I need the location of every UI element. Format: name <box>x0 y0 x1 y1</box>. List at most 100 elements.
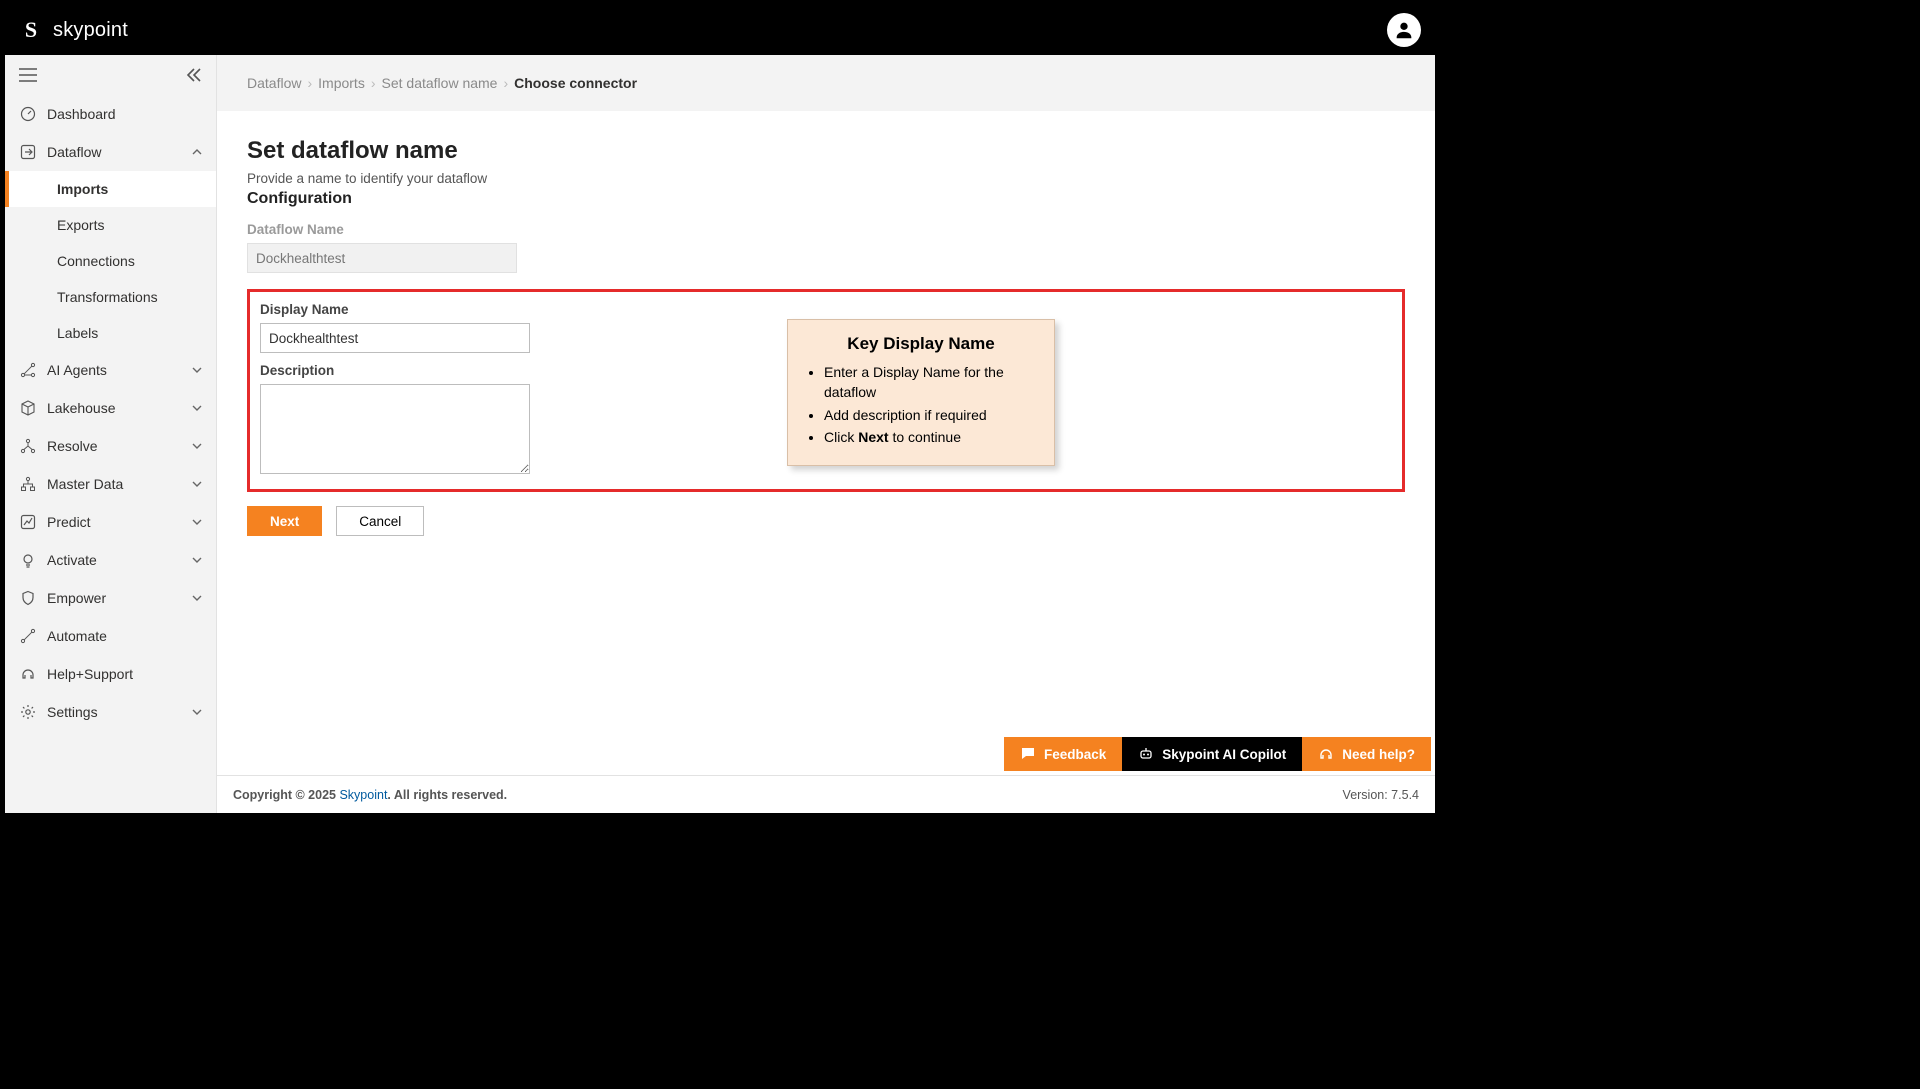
callout-line: Enter a Display Name for the dataflow <box>824 362 1038 403</box>
chevron-down-icon <box>192 403 202 413</box>
copilot-button[interactable]: Skypoint AI Copilot <box>1122 737 1302 771</box>
footer-copyright: Copyright © 2025 Skypoint. All rights re… <box>233 788 507 802</box>
next-button[interactable]: Next <box>247 506 322 536</box>
app-frame: S skypoint Dashboard <box>3 3 1437 815</box>
cancel-button[interactable]: Cancel <box>336 506 424 536</box>
display-name-input[interactable] <box>260 323 530 353</box>
floating-action-bar: Feedback Skypoint AI Copilot Need help? <box>1004 737 1431 771</box>
footer-link[interactable]: Skypoint <box>339 788 387 802</box>
callout-text: Click <box>824 429 858 445</box>
hamburger-icon[interactable] <box>19 68 37 82</box>
sidebar-item-dataflow[interactable]: Dataflow <box>5 133 216 171</box>
sidebar-item-label: Settings <box>47 704 98 720</box>
cube-icon <box>19 399 37 417</box>
feedback-button[interactable]: Feedback <box>1004 737 1122 771</box>
need-help-label: Need help? <box>1342 747 1415 762</box>
sidebar-item-settings[interactable]: Settings <box>5 693 216 731</box>
dataflow-name-input <box>247 243 517 273</box>
footer: Copyright © 2025 Skypoint. All rights re… <box>217 775 1435 813</box>
user-avatar[interactable] <box>1387 13 1421 47</box>
dataflow-icon <box>19 143 37 161</box>
automate-icon <box>19 627 37 645</box>
user-icon <box>1393 19 1415 41</box>
sidebar-subitem-label: Imports <box>57 181 108 197</box>
headset-icon <box>19 665 37 683</box>
body: Dashboard Dataflow Imports Exports Conne… <box>5 55 1435 813</box>
field-dataflow-name: Dataflow Name <box>247 222 1405 273</box>
brand[interactable]: S skypoint <box>19 18 128 42</box>
sidebar-item-label: Dashboard <box>47 106 116 122</box>
chevron-down-icon <box>192 365 202 375</box>
callout-note: Key Display Name Enter a Display Name fo… <box>787 319 1055 466</box>
chevron-down-icon <box>192 555 202 565</box>
gauge-icon <box>19 105 37 123</box>
copilot-label: Skypoint AI Copilot <box>1162 747 1286 762</box>
sidebar-item-label: Predict <box>47 514 91 530</box>
chevron-down-icon <box>192 441 202 451</box>
page-subtitle: Provide a name to identify your dataflow <box>247 171 1405 186</box>
breadcrumb-item[interactable]: Dataflow <box>247 75 301 91</box>
feedback-label: Feedback <box>1044 747 1106 762</box>
sidebar-subitem-transformations[interactable]: Transformations <box>5 279 216 315</box>
need-help-button[interactable]: Need help? <box>1302 737 1431 771</box>
sidebar-item-label: Help+Support <box>47 666 133 682</box>
chevron-down-icon <box>192 517 202 527</box>
tree-icon <box>19 437 37 455</box>
callout-list: Enter a Display Name for the dataflow Ad… <box>804 362 1038 447</box>
breadcrumb-item[interactable]: Set dataflow name <box>382 75 498 91</box>
main: Dataflow › Imports › Set dataflow name ›… <box>217 55 1435 813</box>
sidebar-subitem-imports[interactable]: Imports <box>5 171 216 207</box>
sidebar-item-automate[interactable]: Automate <box>5 617 216 655</box>
footer-prefix: Copyright © 2025 <box>233 788 339 802</box>
sidebar-item-dashboard[interactable]: Dashboard <box>5 95 216 133</box>
brand-logo-icon: S <box>19 18 43 42</box>
sidebar-top <box>5 55 216 95</box>
chevron-right-icon: › <box>371 75 376 91</box>
brand-name: skypoint <box>53 19 128 42</box>
sidebar-item-label: Dataflow <box>47 144 101 160</box>
sidebar-item-label: AI Agents <box>47 362 107 378</box>
content: Set dataflow name Provide a name to iden… <box>217 111 1435 813</box>
chevron-right-icon: › <box>307 75 312 91</box>
sidebar-subitem-labels[interactable]: Labels <box>5 315 216 351</box>
callout-line: Add description if required <box>824 405 1038 425</box>
chevron-right-icon: › <box>503 75 508 91</box>
sidebar-item-lakehouse[interactable]: Lakehouse <box>5 389 216 427</box>
chevron-up-icon <box>192 147 202 157</box>
sidebar-collapse-icon[interactable] <box>186 68 202 82</box>
sidebar-subitem-connections[interactable]: Connections <box>5 243 216 279</box>
sidebar-item-label: Activate <box>47 552 97 568</box>
callout-title: Key Display Name <box>804 334 1038 354</box>
footer-suffix: . All rights reserved. <box>387 788 507 802</box>
sidebar-item-label: Lakehouse <box>47 400 116 416</box>
sidebar-subitem-exports[interactable]: Exports <box>5 207 216 243</box>
bulb-icon <box>19 551 37 569</box>
sidebar-item-master-data[interactable]: Master Data <box>5 465 216 503</box>
sidebar-item-empower[interactable]: Empower <box>5 579 216 617</box>
sidebar-item-predict[interactable]: Predict <box>5 503 216 541</box>
section-heading: Configuration <box>247 190 1405 208</box>
master-icon <box>19 475 37 493</box>
sidebar-item-activate[interactable]: Activate <box>5 541 216 579</box>
shield-icon <box>19 589 37 607</box>
breadcrumb-item[interactable]: Imports <box>318 75 365 91</box>
callout-bold: Next <box>858 429 888 445</box>
top-bar: S skypoint <box>5 5 1435 55</box>
sidebar-item-label: Master Data <box>47 476 123 492</box>
callout-text: to continue <box>889 429 961 445</box>
nodes-icon <box>19 361 37 379</box>
page-title: Set dataflow name <box>247 137 1405 165</box>
description-textarea[interactable] <box>260 384 530 474</box>
footer-version: Version: 7.5.4 <box>1343 788 1419 802</box>
sidebar-subitem-label: Transformations <box>57 289 158 305</box>
dataflow-name-label: Dataflow Name <box>247 222 1405 237</box>
breadcrumb: Dataflow › Imports › Set dataflow name ›… <box>217 55 1435 111</box>
sidebar-subitem-label: Labels <box>57 325 98 341</box>
sidebar-item-ai-agents[interactable]: AI Agents <box>5 351 216 389</box>
sidebar-item-resolve[interactable]: Resolve <box>5 427 216 465</box>
chevron-down-icon <box>192 707 202 717</box>
bot-icon <box>1138 746 1154 762</box>
button-row: Next Cancel <box>247 506 1405 536</box>
sidebar-item-label: Automate <box>47 628 107 644</box>
sidebar-item-help-support[interactable]: Help+Support <box>5 655 216 693</box>
